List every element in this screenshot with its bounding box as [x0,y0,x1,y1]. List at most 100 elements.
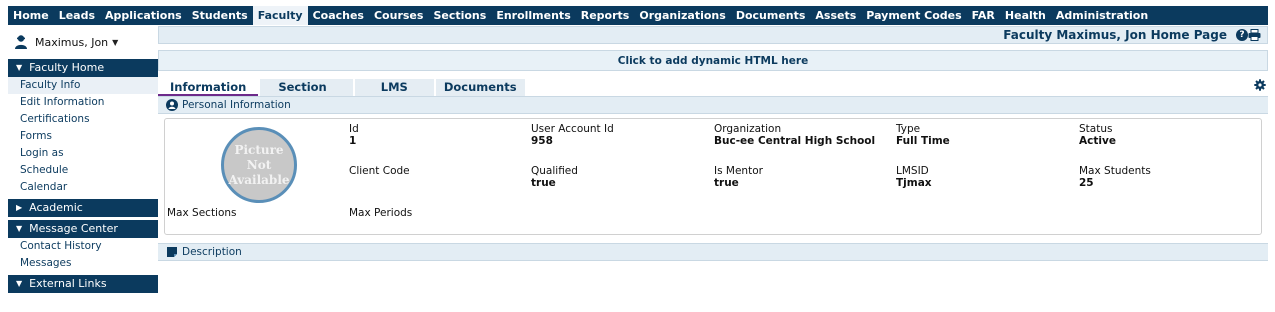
field-value: 25 [1079,177,1094,189]
caret-down-icon: ▼ [16,279,23,288]
nav-home[interactable]: Home [8,6,54,25]
field-label: Status [1079,123,1113,135]
sidebar-header-label: Faculty Home [29,61,105,74]
caret-down-icon: ▼ [112,37,119,47]
nav-students[interactable]: Students [187,6,253,25]
nav-courses[interactable]: Courses [369,6,428,25]
nav-enrollments[interactable]: Enrollments [491,6,575,25]
nav-organizations[interactable]: Organizations [634,6,730,25]
caret-down-icon: ▼ [16,224,23,233]
personal-information-header: Personal Information [158,96,1268,114]
note-icon [167,247,177,257]
nav-health[interactable]: Health [1000,6,1051,25]
header-icons: ? [1233,29,1261,41]
user-circle-icon [166,99,178,111]
picture-text: Picture [234,142,284,157]
field-value: true [714,177,739,189]
field-label: Client Code [349,165,410,177]
field-value: true [531,177,556,189]
sidebar-header-label: Message Center [29,222,118,235]
sidebar-header-academic[interactable]: ▶ Academic [8,199,158,217]
field-type: Type Full Time [896,123,950,147]
field-label: Max Students [1079,165,1151,177]
user-menu[interactable]: Maximus, Jon ▼ [8,26,158,58]
tab-documents[interactable]: Documents [435,79,525,96]
sidebar-item-messages[interactable]: Messages [8,255,158,272]
field-id: Id 1 [349,123,359,147]
field-value: Tjmax [896,177,932,189]
nav-reports[interactable]: Reports [576,6,635,25]
field-label: Organization [714,123,782,135]
sidebar-header-faculty-home[interactable]: ▼ Faculty Home [8,59,158,77]
description-body [158,261,1268,301]
field-label: LMSID [896,165,929,177]
field-label: Type [896,123,921,135]
field-qualified: Qualified true [531,165,578,189]
nav-documents[interactable]: Documents [731,6,811,25]
field-max-periods: Max Periods [349,207,412,219]
field-is-mentor: Is Mentor true [714,165,763,189]
top-nav: Home Leads Applications Students Faculty… [8,6,1268,25]
sidebar: Maximus, Jon ▼ ▼ Faculty Home Faculty In… [8,26,158,306]
nav-faculty[interactable]: Faculty [252,6,308,25]
help-icon[interactable]: ? [1236,29,1248,41]
field-max-students: Max Students 25 [1079,165,1151,189]
caret-down-icon: ▼ [16,63,23,72]
nav-applications[interactable]: Applications [100,6,187,25]
field-value: Active [1079,135,1116,147]
picture-text: Available [228,172,290,187]
field-organization: Organization Buc-ee Central High School [714,123,875,147]
user-name: Maximus, Jon [35,35,109,49]
nav-leads[interactable]: Leads [54,6,100,25]
sidebar-item-faculty-info[interactable]: Faculty Info [8,77,158,94]
field-label: Max Periods [349,207,413,219]
sidebar-item-login-as[interactable]: Login as [8,145,158,162]
nav-administration[interactable]: Administration [1051,6,1153,25]
field-max-sections: Max Sections [167,207,237,219]
field-label: Is Mentor [714,165,763,177]
profile-picture: Picture Not Available [221,127,297,203]
personal-information-panel: Picture Not Available Id 1 User Account … [164,118,1262,235]
field-lmsid: LMSID Tjmax [896,165,932,189]
print-icon[interactable] [1248,29,1261,41]
field-value: Full Time [896,135,950,147]
section-title: Personal Information [182,99,291,111]
nav-sections[interactable]: Sections [428,6,491,25]
field-status: Status Active [1079,123,1116,147]
section-title: Description [182,246,242,258]
field-label: Qualified [531,165,578,177]
tab-information[interactable]: Information [158,79,259,96]
sidebar-item-schedule[interactable]: Schedule [8,162,158,179]
field-value: Buc-ee Central High School [714,135,876,147]
sidebar-item-certifications[interactable]: Certifications [8,111,158,128]
page-title: Faculty Maximus, Jon Home Page [1003,28,1227,42]
nav-payment-codes[interactable]: Payment Codes [861,6,966,25]
sidebar-item-forms[interactable]: Forms [8,128,158,145]
nav-coaches[interactable]: Coaches [308,6,369,25]
field-user-account-id: User Account Id 958 [531,123,614,147]
field-label: Max Sections [167,207,237,219]
user-icon [15,35,27,49]
nav-far[interactable]: FAR [967,6,1000,25]
field-label: Id [349,123,359,135]
sidebar-header-label: External Links [29,277,107,290]
field-value: 958 [531,135,553,147]
sidebar-item-calendar[interactable]: Calendar [8,179,158,196]
page-header: Faculty Maximus, Jon Home Page ? [158,26,1268,44]
sidebar-item-contact-history[interactable]: Contact History [8,238,158,255]
dynamic-html-bar[interactable]: Click to add dynamic HTML here [158,50,1268,71]
field-label: User Account Id [531,123,614,135]
sidebar-header-external-links[interactable]: ▼ External Links [8,275,158,293]
field-client-code: Client Code [349,165,410,177]
sidebar-header-message-center[interactable]: ▼ Message Center [8,220,158,238]
tab-lms[interactable]: LMS [354,79,434,96]
picture-text: Not [246,157,272,172]
description-header: Description [158,243,1268,261]
gear-icon[interactable] [1254,79,1266,91]
nav-assets[interactable]: Assets [810,6,861,25]
sidebar-item-edit-information[interactable]: Edit Information [8,94,158,111]
description-section: Description [158,243,1268,301]
tab-bar: Information Section LMS Documents [158,77,1268,96]
tab-section[interactable]: Section [260,79,353,96]
main-content: Faculty Maximus, Jon Home Page ? Click t… [158,26,1268,306]
